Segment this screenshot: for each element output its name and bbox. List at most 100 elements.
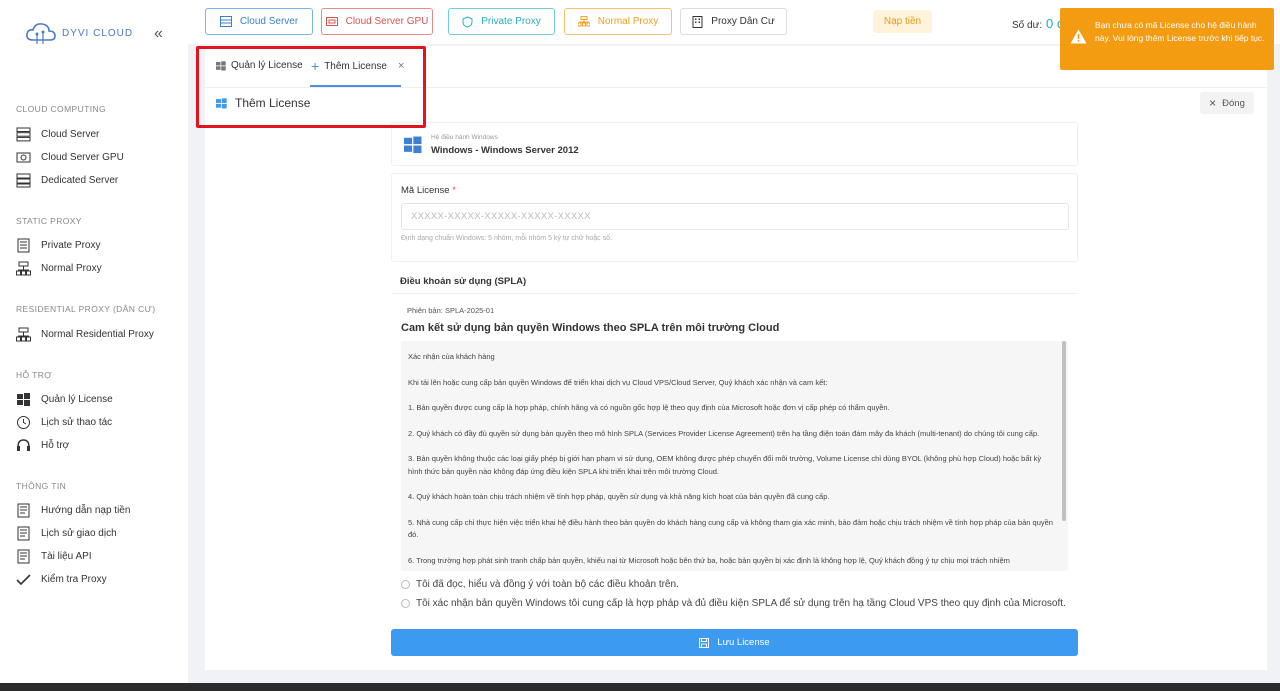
- support-icon: [17, 439, 30, 451]
- content-card: Quản lý License + Thêm License × Thêm Li…: [205, 46, 1267, 670]
- gpu-icon: [325, 17, 338, 26]
- top-button-normal-proxy[interactable]: Normal Proxy: [564, 8, 672, 35]
- sidebar-item-label: Normal Proxy: [41, 263, 102, 274]
- network-icon: [16, 261, 31, 276]
- terms-paragraph: 4. Quý khách hoàn toàn chịu trách nhiệm …: [408, 492, 830, 501]
- top-button-cloud-server[interactable]: Cloud Server: [205, 8, 313, 35]
- sidebar-item-tai-lieu-api[interactable]: Tài liệu API: [16, 549, 92, 564]
- section-ho-tro: HỖ TRỢ: [16, 370, 52, 380]
- sidebar-item-lich-su-giao-dich[interactable]: Lịch sử giao dịch: [16, 526, 117, 541]
- top-button-label: Cloud Server: [239, 16, 299, 27]
- os-panel: Hệ điều hành Windows Windows - Windows S…: [391, 122, 1078, 166]
- logo-text: DYVI CLOUD: [62, 27, 134, 39]
- logo[interactable]: DYVI CLOUD: [24, 20, 133, 46]
- top-button-label: Proxy Dân Cư: [711, 16, 775, 27]
- server-icon: [219, 16, 232, 27]
- top-button-label: Normal Proxy: [597, 16, 659, 27]
- close-icon: ×: [1209, 96, 1217, 110]
- radio-circle[interactable]: [401, 580, 410, 589]
- network-icon: [16, 327, 31, 342]
- toast-message: Bạn chưa có mã License cho hệ điều hành …: [1095, 20, 1265, 43]
- os-name: Windows - Windows Server 2012: [431, 145, 579, 156]
- sidebar-item-label: Hướng dẫn nạp tiền: [41, 505, 131, 516]
- top-button-proxy-dan-cu[interactable]: Proxy Dân Cư: [680, 8, 787, 35]
- close-button[interactable]: × Đóng: [1200, 92, 1254, 114]
- balance-label: Số dư:: [1012, 20, 1043, 31]
- terms-heading: Cam kết sử dụng bản quyền Windows theo S…: [401, 322, 780, 334]
- sidebar-item-label: Hỗ trợ: [41, 440, 70, 451]
- network-icon: [577, 16, 590, 27]
- terms-paragraph: 6. Trong trường hợp phát sinh tranh chấp…: [408, 555, 1010, 565]
- section-cloud-computing: CLOUD COMPUTING: [16, 104, 107, 114]
- sidebar-item-cloud-server[interactable]: Cloud Server: [16, 127, 99, 142]
- check-icon: [16, 574, 31, 586]
- top-button-private-proxy[interactable]: Private Proxy: [448, 8, 555, 35]
- sidebar-item-lich-su-thao-tac[interactable]: Lịch sử thao tác: [16, 415, 112, 430]
- terms-scroll-box[interactable]: Xác nhận của khách hàng Khi tải lên hoặc…: [401, 341, 1068, 571]
- sidebar-item-label: Lịch sử giao dịch: [41, 528, 117, 539]
- sidebar-item-kiem-tra-proxy[interactable]: Kiểm tra Proxy: [16, 572, 107, 587]
- license-panel: Mã License * Định dạng chuẩn Windows: 5 …: [391, 173, 1078, 262]
- confirm-spla-checkbox[interactable]: Tôi xác nhận bản quyền Windows tôi cung …: [401, 598, 1066, 609]
- license-key-input[interactable]: [401, 203, 1069, 230]
- terms-paragraph: Xác nhận của khách hàng: [408, 352, 495, 361]
- dedicated-server-icon: [16, 173, 31, 188]
- window-bottom-edge: [0, 683, 1280, 691]
- highlight-annotation-box: [196, 46, 426, 128]
- license-hint: Định dạng chuẩn Windows: 5 nhóm, mỗi nhó…: [401, 235, 612, 242]
- history-icon: [17, 416, 30, 429]
- agree-terms-checkbox[interactable]: Tôi đã đọc, hiểu và đồng ý với toàn bộ c…: [401, 579, 679, 590]
- divider: [391, 293, 1078, 294]
- sidebar-item-label: Normal Residential Proxy: [41, 329, 154, 340]
- balance: Số dư: 0 đ: [1012, 16, 1064, 31]
- sidebar-item-label: Cloud Server: [41, 129, 100, 140]
- nap-tien-button[interactable]: Nạp tiền: [873, 10, 932, 33]
- confirm-spla-label: Tôi xác nhận bản quyền Windows tôi cung …: [416, 598, 1066, 609]
- save-label: Lưu License: [717, 637, 770, 648]
- terms-title: Điều khoản sử dụng (SPLA): [400, 276, 527, 287]
- section-thong-tin: THÔNG TIN: [16, 481, 67, 491]
- terms-paragraph: 1. Bản quyền được cung cấp là hợp pháp, …: [408, 403, 890, 412]
- sidebar-item-label: Kiểm tra Proxy: [41, 574, 107, 585]
- terms-text: Xác nhận của khách hàng Khi tải lên hoặc…: [401, 341, 1068, 567]
- section-static-proxy: STATIC PROXY: [16, 216, 82, 226]
- sidebar-item-normal-proxy[interactable]: Normal Proxy: [16, 261, 102, 276]
- warning-toast[interactable]: Bạn chưa có mã License cho hệ điều hành …: [1060, 8, 1274, 70]
- document-icon: [17, 238, 30, 253]
- sidebar-item-private-proxy[interactable]: Private Proxy: [16, 238, 100, 253]
- radio-circle[interactable]: [401, 599, 410, 608]
- windows-icon: [17, 393, 30, 406]
- save-license-button[interactable]: Lưu License: [391, 629, 1078, 656]
- top-button-label: Cloud Server GPU: [345, 16, 429, 27]
- agree-terms-label: Tôi đã đọc, hiểu và đồng ý với toàn bộ c…: [416, 579, 679, 590]
- sidebar-item-dedicated-server[interactable]: Dedicated Server: [16, 173, 118, 188]
- terms-scrollbar[interactable]: [1062, 341, 1066, 521]
- building-icon: [692, 15, 703, 28]
- sidebar-item-ho-tro[interactable]: Hỗ trợ: [16, 438, 69, 453]
- sidebar-item-label: Dedicated Server: [41, 175, 119, 186]
- warning-icon: [1070, 29, 1087, 44]
- windows-icon: [404, 136, 422, 154]
- license-label-text: Mã License: [401, 185, 450, 196]
- sidebar-item-huong-dan-nap-tien[interactable]: Hướng dẫn nạp tiền: [16, 503, 130, 518]
- top-button-cloud-server-gpu[interactable]: Cloud Server GPU: [321, 8, 433, 35]
- license-label: Mã License *: [401, 185, 456, 196]
- section-residential-proxy: RESIDENTIAL PROXY (DÂN CƯ): [16, 304, 156, 314]
- receipt-icon: [17, 503, 30, 518]
- terms-paragraph: Khi tải lên hoặc cung cấp bản quyền Wind…: [408, 377, 828, 387]
- sidebar-item-cloud-server-gpu[interactable]: Cloud Server GPU: [16, 150, 124, 165]
- terms-panel: Điều khoản sử dụng (SPLA) Phiên bản: SPL…: [391, 269, 1078, 622]
- sidebar-item-quan-ly-license[interactable]: Quản lý License: [16, 392, 113, 407]
- server-icon: [16, 127, 31, 142]
- sidebar-item-label: Cloud Server GPU: [41, 152, 124, 163]
- close-label: Đóng: [1222, 97, 1245, 109]
- gpu-icon: [16, 152, 31, 163]
- top-button-label: Private Proxy: [481, 16, 541, 27]
- receipt-icon: [17, 549, 30, 564]
- sidebar-item-normal-residential-proxy[interactable]: Normal Residential Proxy: [16, 327, 154, 342]
- cloud-logo-icon: [26, 23, 56, 44]
- collapse-sidebar-icon[interactable]: «: [154, 25, 163, 43]
- terms-paragraph: 2. Quý khách có đầy đủ quyền sử dụng bản…: [408, 428, 1040, 438]
- sidebar-item-label: Quản lý License: [41, 394, 113, 405]
- sidebar-item-label: Private Proxy: [41, 240, 101, 251]
